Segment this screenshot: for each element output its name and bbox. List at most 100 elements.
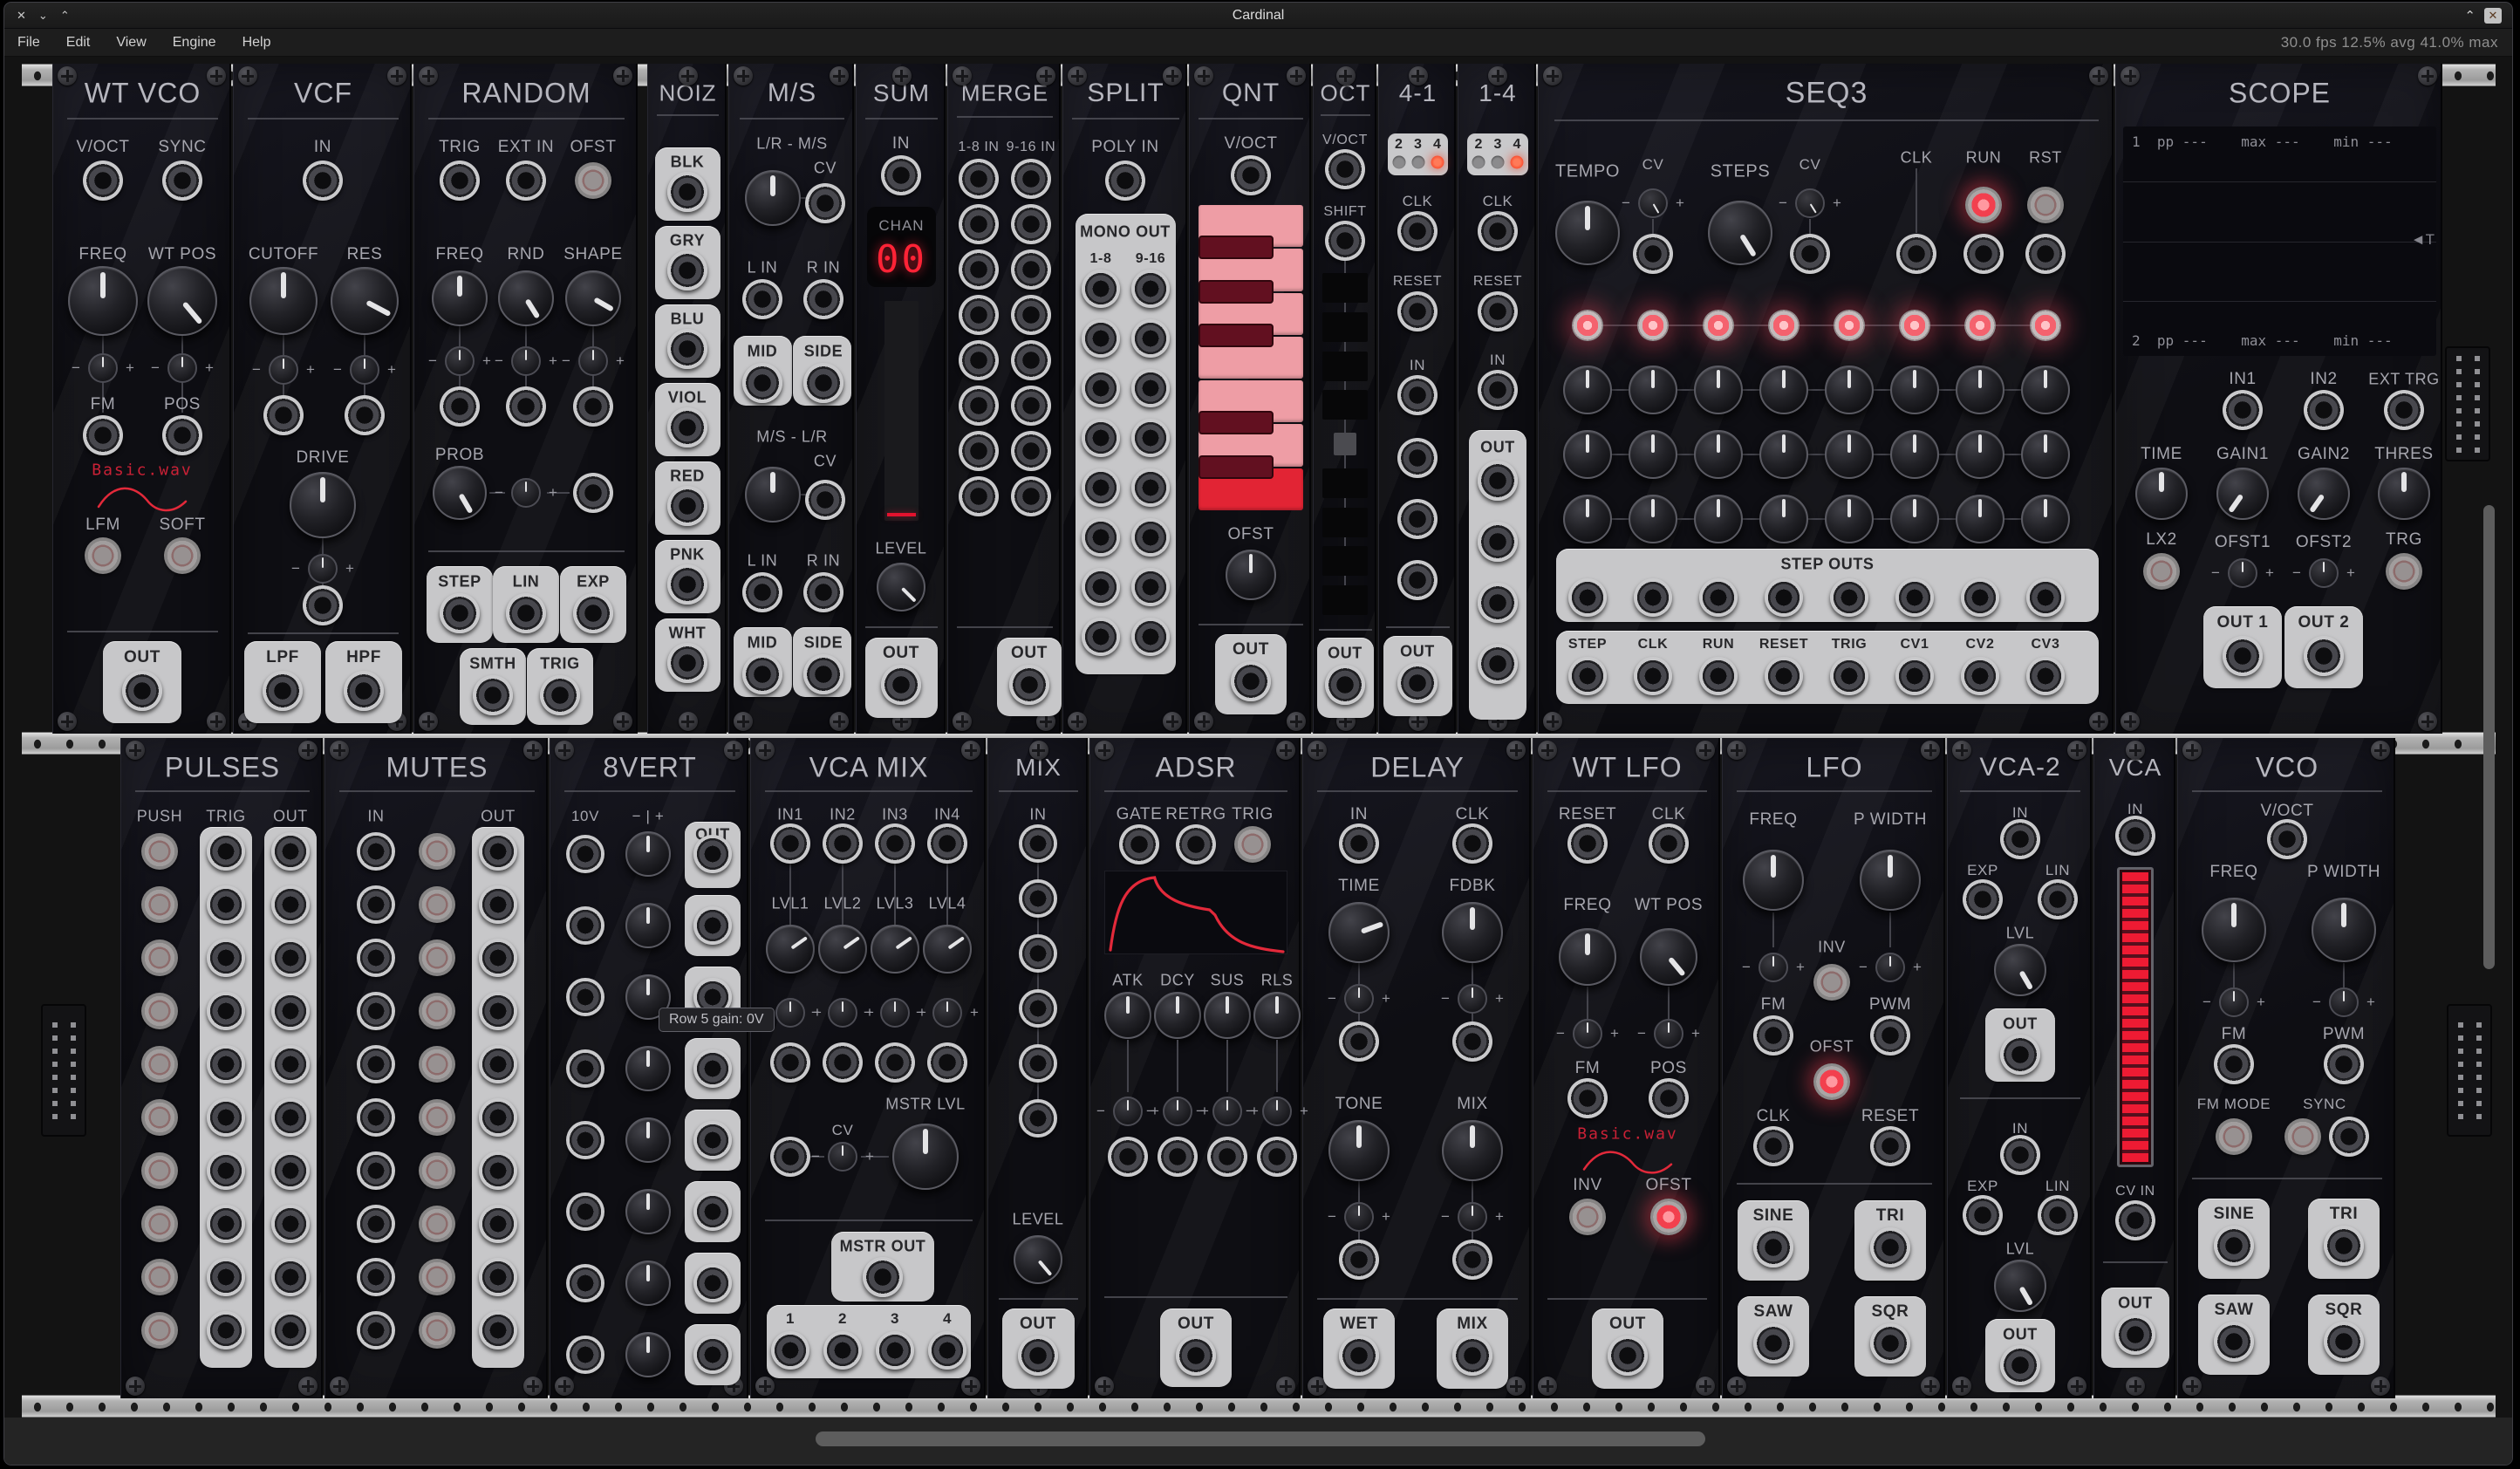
seq3-knob[interactable]	[1956, 366, 2004, 414]
delay-port-jack[interactable]	[1452, 823, 1492, 864]
v-scrollbar-thumb[interactable]	[2483, 505, 2495, 969]
vca-2-knob[interactable]	[1994, 1260, 2046, 1312]
adsr-port-jack[interactable]	[1108, 1137, 1148, 1177]
scope-port-jack[interactable]	[2384, 390, 2424, 430]
vca-mix-port-jack[interactable]	[927, 823, 967, 864]
vca-mix-trimpot[interactable]	[828, 1142, 857, 1172]
wt-vco-port-jack[interactable]	[162, 161, 202, 201]
vcf-port-jack[interactable]	[263, 395, 304, 435]
wt-lfo-port-jack[interactable]	[1649, 823, 1689, 864]
mutes-port-jack[interactable]	[479, 1098, 517, 1137]
vca-mix-knob[interactable]	[923, 925, 972, 974]
sum-port-jack[interactable]	[881, 155, 921, 195]
seq3-knob[interactable]	[1629, 495, 1677, 543]
delay-port-jack[interactable]	[1452, 1021, 1492, 1062]
adsr-port-jack[interactable]	[1119, 824, 1159, 864]
seq3-port-jack[interactable]	[1790, 234, 1830, 274]
adsr-trimpot[interactable]	[1212, 1097, 1242, 1126]
vco-trimpot[interactable]	[2219, 987, 2249, 1017]
mix-port-jack[interactable]	[1019, 1099, 1057, 1138]
mutes-port-jack[interactable]	[479, 885, 517, 924]
lfo-port-jack[interactable]	[1753, 1126, 1793, 1166]
rack-viewport[interactable]: WT VCOV/OCTSYNCFREQWT POS−+−+FMPOSBasic.…	[4, 57, 2512, 1465]
seq3-knob[interactable]	[1759, 495, 1808, 543]
pulses-port-jack[interactable]	[207, 992, 245, 1030]
vca-mix-port-jack[interactable]	[876, 1331, 914, 1370]
random-port-jack[interactable]	[573, 386, 613, 427]
oct-octave-step[interactable]	[1322, 273, 1368, 303]
8vert-knob[interactable]	[625, 831, 671, 877]
8vert-port-jack[interactable]	[693, 1264, 732, 1302]
ms-knob[interactable]	[745, 467, 801, 523]
mutes-port-jack[interactable]	[357, 1205, 395, 1243]
oct-octave-step[interactable]	[1322, 468, 1368, 498]
vca-mix-port-jack[interactable]	[823, 1042, 863, 1083]
seq3-knob[interactable]	[1555, 201, 1620, 265]
window-controls-left[interactable]: ✕⌄⌃	[17, 9, 70, 23]
vca-mix-port-jack[interactable]	[823, 823, 863, 864]
h-scrollbar-thumb[interactable]	[816, 1431, 1705, 1446]
noiz-port-jack[interactable]	[667, 486, 707, 526]
adsr-knob[interactable]	[1253, 992, 1301, 1039]
vco-button[interactable]	[2284, 1118, 2321, 1155]
random-knob[interactable]	[498, 270, 554, 326]
seq3-button[interactable]	[1965, 187, 2002, 223]
mutes-port-jack[interactable]	[479, 1205, 517, 1243]
adsr-port-jack[interactable]	[1176, 1336, 1216, 1376]
vca-2-port-jack[interactable]	[2000, 1345, 2040, 1385]
mutes-port-jack[interactable]	[357, 992, 395, 1030]
pulses-button[interactable]	[141, 1099, 178, 1136]
delay-port-jack[interactable]	[1452, 1336, 1492, 1376]
seq3-port-jack[interactable]	[1634, 578, 1672, 617]
mutes-port-jack[interactable]	[479, 832, 517, 871]
oct-port-jack[interactable]	[1325, 221, 1365, 261]
vcf-trimpot[interactable]	[350, 355, 379, 385]
mutes-button[interactable]	[419, 833, 455, 870]
mutes-port-jack[interactable]	[357, 1045, 395, 1083]
lfo-port-jack[interactable]	[1870, 1227, 1910, 1267]
mutes-button[interactable]	[419, 939, 455, 976]
8vert-port-jack[interactable]	[566, 835, 604, 873]
seq3-port-jack[interactable]	[1895, 657, 1934, 695]
merge-port-jack[interactable]	[959, 386, 999, 426]
seq3-button[interactable]	[2027, 187, 2064, 223]
wt-vco-button[interactable]	[164, 537, 201, 574]
8vert-knob[interactable]	[625, 903, 671, 948]
ms-port-jack[interactable]	[803, 363, 843, 403]
seq3-port-jack[interactable]	[1830, 578, 1868, 617]
pulses-button[interactable]	[141, 1312, 178, 1349]
merge-port-jack[interactable]	[1011, 340, 1051, 380]
8vert-port-jack[interactable]	[566, 1264, 604, 1302]
seq3-knob[interactable]	[1563, 495, 1612, 543]
vco-knob[interactable]	[2312, 898, 2376, 962]
vca-mix-knob[interactable]	[818, 925, 867, 974]
pulses-port-jack[interactable]	[271, 1151, 310, 1190]
adsr-port-jack[interactable]	[1257, 1137, 1297, 1177]
wt-vco-port-jack[interactable]	[83, 161, 123, 201]
pulses-button[interactable]	[141, 886, 178, 923]
seq3-knob[interactable]	[2021, 430, 2070, 479]
merge-port-jack[interactable]	[959, 204, 999, 244]
mutes-port-jack[interactable]	[479, 1258, 517, 1296]
8vert-knob[interactable]	[625, 1332, 671, 1377]
8vert-knob[interactable]	[625, 1046, 671, 1091]
delay-port-jack[interactable]	[1339, 1240, 1379, 1280]
selector-led[interactable]	[1492, 156, 1505, 169]
seq3-gate-led[interactable]	[2030, 310, 2061, 341]
random-port-jack[interactable]	[573, 593, 613, 633]
window-control-icon[interactable]: ⌄	[38, 9, 48, 23]
wt-lfo-button[interactable]	[1569, 1199, 1606, 1235]
mutes-port-jack[interactable]	[479, 1151, 517, 1190]
seq3-port-jack[interactable]	[1963, 234, 2004, 274]
pulses-port-jack[interactable]	[207, 885, 245, 924]
delay-trimpot[interactable]	[1344, 1202, 1374, 1232]
oct-octave-step[interactable]	[1322, 585, 1368, 615]
mutes-port-jack[interactable]	[357, 1151, 395, 1190]
seq3-knob[interactable]	[2021, 366, 2070, 414]
merge-port-jack[interactable]	[959, 159, 999, 199]
vco-port-jack[interactable]	[2214, 1322, 2254, 1362]
qnt-port-jack[interactable]	[1231, 661, 1271, 701]
adsr-button[interactable]	[1234, 826, 1271, 863]
random-port-jack[interactable]	[440, 386, 480, 427]
noiz-port-jack[interactable]	[667, 643, 707, 683]
